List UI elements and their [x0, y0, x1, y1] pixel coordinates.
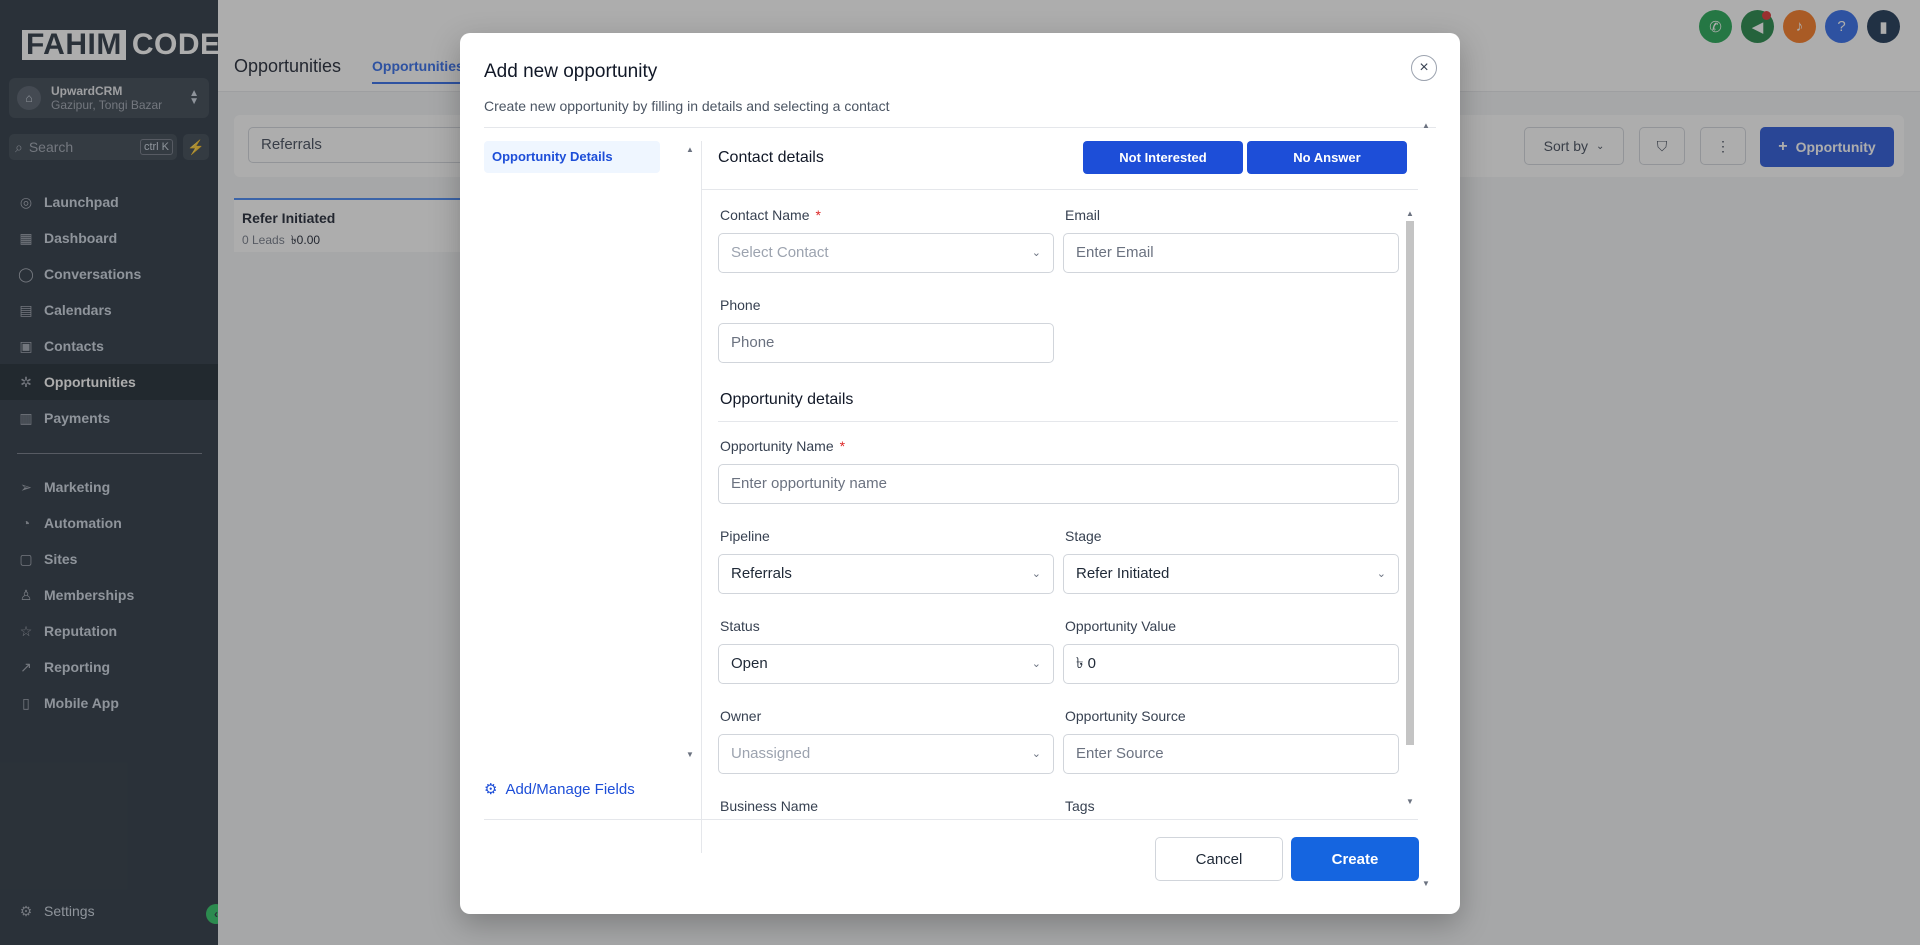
scroll-down-icon[interactable]: ▼	[1422, 879, 1430, 888]
email-label: Email	[1065, 207, 1101, 223]
opportunity-name-label: Opportunity Name *	[720, 438, 846, 454]
stage-label: Stage	[1065, 528, 1102, 544]
manage-fields-label: Add/Manage Fields	[505, 780, 635, 798]
email-field[interactable]: Enter Email	[1063, 233, 1399, 273]
divider	[718, 421, 1398, 422]
no-answer-button[interactable]: No Answer	[1247, 141, 1407, 174]
divider	[484, 127, 1436, 128]
tags-label: Tags	[1065, 798, 1095, 814]
scroll-up-icon[interactable]: ▲	[1422, 121, 1430, 130]
pipeline-select[interactable]: Referrals ⌄	[718, 554, 1054, 594]
contact-name-label: Contact Name *	[720, 207, 821, 223]
tab-opportunity-details[interactable]: Opportunity Details	[484, 141, 660, 173]
pipeline-value: Referrals	[731, 565, 792, 582]
contact-select-placeholder: Select Contact	[731, 244, 829, 261]
close-icon: ×	[1419, 59, 1429, 76]
chevron-down-icon: ⌄	[1031, 247, 1041, 259]
required-mark: *	[839, 438, 846, 454]
divider	[484, 819, 1418, 820]
owner-label: Owner	[720, 708, 762, 724]
opportunity-source-field[interactable]: Enter Source	[1063, 734, 1399, 774]
status-select[interactable]: Open ⌄	[718, 644, 1054, 684]
divider	[701, 141, 702, 853]
not-interested-button[interactable]: Not Interested	[1083, 141, 1243, 174]
scrollbar-thumb[interactable]	[1406, 221, 1414, 745]
status-value: Open	[731, 655, 768, 672]
phone-field[interactable]: Phone	[718, 323, 1054, 363]
scroll-up-icon[interactable]: ▲	[1406, 209, 1414, 218]
business-name-label: Business Name	[720, 798, 819, 814]
stage-value: Refer Initiated	[1076, 565, 1170, 582]
pipeline-label: Pipeline	[720, 528, 770, 544]
contact-details-heading: Contact details	[718, 149, 824, 166]
chevron-down-icon: ⌄	[1031, 568, 1041, 580]
phone-label: Phone	[720, 297, 761, 313]
modal-subtitle: Create new opportunity by filling in det…	[484, 98, 890, 114]
contact-select[interactable]: Select Contact ⌄	[718, 233, 1054, 273]
status-label: Status	[720, 618, 760, 634]
divider	[702, 189, 1418, 190]
required-mark: *	[815, 207, 821, 223]
opportunity-source-label: Opportunity Source	[1065, 708, 1186, 724]
scroll-down-icon[interactable]: ▼	[686, 750, 694, 759]
create-button[interactable]: Create	[1291, 837, 1419, 881]
add-opportunity-modal: Add new opportunity Create new opportuni…	[460, 33, 1460, 914]
scroll-down-icon[interactable]: ▼	[1406, 797, 1414, 806]
opportunity-details-heading: Opportunity details	[720, 391, 854, 408]
scroll-up-icon[interactable]: ▲	[686, 145, 694, 154]
cancel-button[interactable]: Cancel	[1155, 837, 1283, 881]
owner-value: Unassigned	[731, 745, 811, 762]
modal-title: Add new opportunity	[484, 61, 658, 82]
add-manage-fields-link[interactable]: ⚙ Add/Manage Fields	[484, 780, 635, 799]
modal-scrollbar[interactable]: ▲ ▼	[1422, 121, 1434, 891]
form-scrollbar[interactable]: ▲ ▼	[1405, 207, 1415, 815]
chevron-down-icon: ⌄	[1031, 748, 1041, 760]
opportunity-value-field[interactable]: ৳ 0	[1063, 644, 1399, 684]
close-button[interactable]: ×	[1411, 55, 1437, 81]
gear-icon: ⚙	[484, 781, 498, 798]
stage-select[interactable]: Refer Initiated ⌄	[1063, 554, 1399, 594]
opportunity-name-field[interactable]: Enter opportunity name	[718, 464, 1399, 504]
opportunity-value-label: Opportunity Value	[1065, 618, 1177, 634]
chevron-down-icon: ⌄	[1031, 658, 1041, 670]
owner-select[interactable]: Unassigned ⌄	[718, 734, 1054, 774]
chevron-down-icon: ⌄	[1376, 568, 1386, 580]
